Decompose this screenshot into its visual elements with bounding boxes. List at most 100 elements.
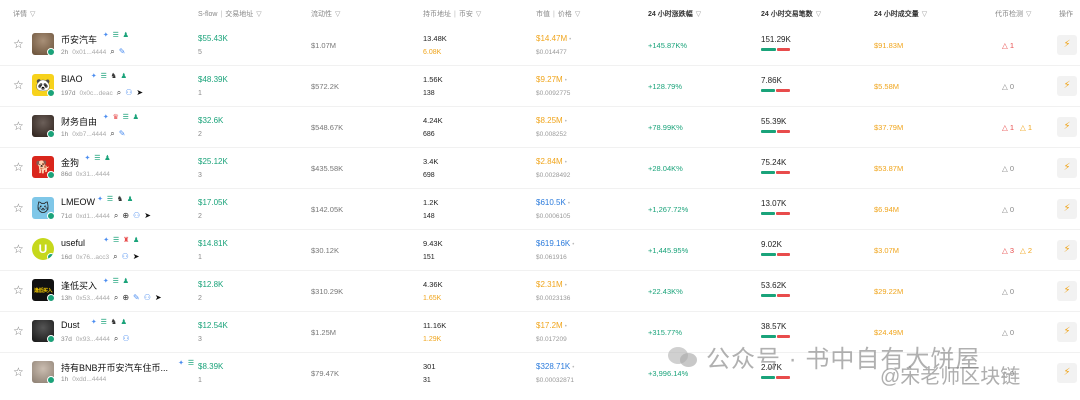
- table-row[interactable]: ☆ 逢低买入 逢低买入 ✦ ☰ ♟ 13h 0x53...4444 ⌕ ⊕ ✎ ⚇ ➤ $12.8K 2 $3…: [0, 272, 1080, 312]
- token-avatar[interactable]: [32, 115, 54, 137]
- search-icon[interactable]: ⌕: [110, 48, 114, 56]
- funnel-icon[interactable]: ▽: [476, 11, 481, 18]
- user-icon[interactable]: ⚇: [133, 212, 140, 220]
- favorite-star-icon[interactable]: ☆: [13, 243, 25, 255]
- token-detection[interactable]: △ 1 △ 1: [1002, 123, 1032, 132]
- token-avatar[interactable]: 🐕: [32, 156, 54, 178]
- quick-buy-button[interactable]: ⚡: [1057, 35, 1077, 55]
- tg-icon[interactable]: ➤: [144, 212, 151, 220]
- globe-icon[interactable]: ⊕: [122, 294, 129, 302]
- header-tx24[interactable]: 24 小时交易笔数 ▽: [761, 9, 821, 19]
- token-avatar[interactable]: [32, 33, 54, 55]
- token-detection[interactable]: △ 0: [1002, 164, 1014, 173]
- token-detection[interactable]: △ 3 △ 2: [1002, 246, 1032, 255]
- favorite-star-icon[interactable]: ☆: [13, 120, 25, 132]
- token-avatar[interactable]: 逢低买入: [32, 279, 54, 301]
- token-name[interactable]: 财务自由: [61, 115, 97, 128]
- token-name[interactable]: 逢低买入: [61, 279, 97, 292]
- table-row[interactable]: ☆ 🐱 LMEOW ✦ ☰ ♞ ♟ 71d 0xd1...4444 ⌕ ⊕ ⚇ ➤ $17.05K 2 $14…: [0, 190, 1080, 230]
- token-avatar[interactable]: [32, 320, 54, 342]
- quick-buy-button[interactable]: ⚡: [1057, 117, 1077, 137]
- contract-address[interactable]: 0xd1...4444: [76, 213, 110, 220]
- contract-address[interactable]: 0x0c...deac: [79, 90, 112, 97]
- table-row[interactable]: ☆ Dust ✦ ☰ ♞ ♟ 37d 0x93...4444 ⌕ ⚇ $12.54K 3 $1.25M 1…: [0, 313, 1080, 353]
- header-holders[interactable]: 持币地址 | 币安 ▽: [423, 9, 481, 19]
- token-avatar[interactable]: U: [32, 238, 54, 260]
- token-detection[interactable]: △ 0: [1002, 82, 1014, 91]
- token-detection[interactable]: △ 1: [1002, 41, 1014, 50]
- token-name[interactable]: 币安汽车: [61, 33, 97, 46]
- table-row[interactable]: ☆ 🐼 BIAO ✦ ☰ ♞ ♟ 197d 0x0c...deac ⌕ ⚇ ➤ $48.39K 1 $572…: [0, 67, 1080, 107]
- header-vol24[interactable]: 24 小时成交量 ▽: [874, 9, 927, 19]
- user-icon[interactable]: ⚇: [122, 253, 129, 261]
- search-icon[interactable]: ⌕: [113, 253, 117, 261]
- token-name[interactable]: Dust: [61, 320, 80, 330]
- search-icon[interactable]: ⌕: [110, 130, 114, 138]
- token-avatar[interactable]: 🐱: [32, 197, 54, 219]
- user-icon[interactable]: ⚇: [125, 89, 132, 97]
- quick-buy-button[interactable]: ⚡: [1057, 158, 1077, 178]
- globe-icon[interactable]: ⊕: [122, 212, 129, 220]
- user-icon[interactable]: ⚇: [122, 335, 129, 343]
- tg-icon[interactable]: ➤: [136, 89, 143, 97]
- user-icon[interactable]: ⚇: [144, 294, 151, 302]
- quick-buy-button[interactable]: ⚡: [1057, 322, 1077, 342]
- funnel-icon[interactable]: ▽: [1026, 11, 1031, 18]
- search-icon[interactable]: ⌕: [114, 212, 118, 220]
- token-name[interactable]: BIAO: [61, 74, 83, 84]
- token-detection[interactable]: △ 0: [1002, 205, 1014, 214]
- favorite-star-icon[interactable]: ☆: [13, 202, 25, 214]
- header-detect[interactable]: 代币检测 ▽: [995, 9, 1031, 19]
- token-detection[interactable]: △ 0: [1002, 287, 1014, 296]
- quick-buy-button[interactable]: ⚡: [1057, 363, 1077, 383]
- token-detection[interactable]: △ 0: [1002, 328, 1014, 337]
- tg-icon[interactable]: ➤: [133, 253, 140, 261]
- table-row[interactable]: ☆ Uuseful ✦ ☰ ♜ ♟ 16d 0x76...acc3 ⌕ ⚇ ➤ $14.81K 1 $30…: [0, 231, 1080, 271]
- favorite-star-icon[interactable]: ☆: [13, 325, 25, 337]
- header-mcap[interactable]: 市值 | 价格 ▽: [536, 9, 580, 19]
- search-icon[interactable]: ⌕: [117, 89, 121, 97]
- search-icon[interactable]: ⌕: [114, 294, 118, 302]
- favorite-star-icon[interactable]: ☆: [13, 366, 25, 378]
- token-name[interactable]: LMEOW: [61, 197, 95, 207]
- table-row[interactable]: ☆ 🐕 金狗 ✦ ☰ ♟ 86d 0x31...4444 $25.12K 3 $435.58K 3.4…: [0, 149, 1080, 189]
- funnel-icon[interactable]: ▽: [256, 11, 261, 18]
- funnel-icon[interactable]: ▽: [922, 11, 927, 18]
- token-name[interactable]: useful: [61, 238, 85, 248]
- contract-address[interactable]: 0x01...4444: [72, 49, 106, 56]
- funnel-icon[interactable]: ▽: [30, 11, 35, 18]
- favorite-star-icon[interactable]: ☆: [13, 284, 25, 296]
- tg-icon[interactable]: ➤: [155, 294, 162, 302]
- contract-address[interactable]: 0xb7...4444: [72, 131, 106, 138]
- favorite-star-icon[interactable]: ☆: [13, 38, 25, 50]
- quick-buy-button[interactable]: ⚡: [1057, 76, 1077, 96]
- header-sflow[interactable]: S-flow | 交易地址 ▽: [198, 9, 262, 19]
- funnel-icon[interactable]: ▽: [575, 11, 580, 18]
- contract-address[interactable]: 0x93...4444: [76, 336, 110, 343]
- contract-address[interactable]: 0x76...acc3: [76, 254, 109, 261]
- funnel-icon[interactable]: ▽: [696, 11, 701, 18]
- funnel-icon[interactable]: ▽: [816, 11, 821, 18]
- table-row[interactable]: ☆ 财务自由 ✦ ♛ ☰ ♟ 1h 0xb7...4444 ⌕ ✎ $32.6K 2 $548.67K 4…: [0, 108, 1080, 148]
- header-details[interactable]: 详情 ▽: [13, 9, 35, 19]
- favorite-star-icon[interactable]: ☆: [13, 161, 25, 173]
- contract-address[interactable]: 0x31...4444: [76, 171, 110, 178]
- token-name[interactable]: 金狗: [61, 156, 79, 169]
- token-avatar[interactable]: [32, 361, 54, 383]
- pen-icon[interactable]: ✎: [133, 294, 140, 302]
- contract-address[interactable]: 0xdd...4444: [72, 376, 106, 383]
- pen-icon[interactable]: ✎: [119, 48, 126, 56]
- funnel-icon[interactable]: ▽: [335, 11, 340, 18]
- quick-buy-button[interactable]: ⚡: [1057, 240, 1077, 260]
- favorite-star-icon[interactable]: ☆: [13, 79, 25, 91]
- quick-buy-button[interactable]: ⚡: [1057, 281, 1077, 301]
- pen-icon[interactable]: ✎: [119, 130, 126, 138]
- search-icon[interactable]: ⌕: [114, 335, 118, 343]
- header-change24[interactable]: 24 小时涨跌幅 ▽: [648, 9, 701, 19]
- contract-address[interactable]: 0x53...4444: [76, 295, 110, 302]
- token-name[interactable]: 持有BNB开币安汽车住币...: [61, 361, 168, 374]
- header-liquidity[interactable]: 流动性 ▽: [311, 9, 340, 19]
- quick-buy-button[interactable]: ⚡: [1057, 199, 1077, 219]
- token-avatar[interactable]: 🐼: [32, 74, 54, 96]
- table-row[interactable]: ☆ 币安汽车 ✦ ☰ ♟ 2h 0x01...4444 ⌕ ✎ $55.43K 5 $1.07M 13.…: [0, 26, 1080, 66]
